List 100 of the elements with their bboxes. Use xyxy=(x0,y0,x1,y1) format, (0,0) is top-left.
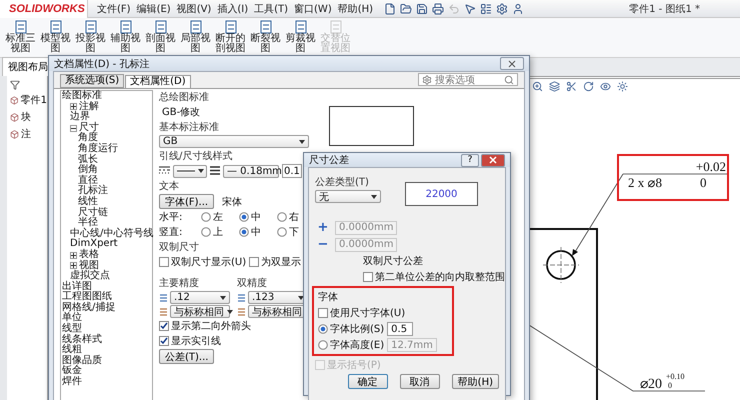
list-icon[interactable] xyxy=(480,2,492,14)
person-icon[interactable] xyxy=(512,2,524,14)
checkbox[interactable] xyxy=(318,308,328,318)
menu-item[interactable]: 视图(V) xyxy=(174,2,214,16)
tree-item[interactable]: 表格 xyxy=(79,250,99,260)
radio-button[interactable] xyxy=(277,212,287,222)
tree-item[interactable]: 线性 xyxy=(78,196,98,208)
radio-button[interactable] xyxy=(318,324,328,334)
search-field[interactable]: 搜索选项 xyxy=(418,73,518,86)
menu-item[interactable]: 帮助(H) xyxy=(334,2,376,16)
dialog-button[interactable]: 确定 xyxy=(348,374,388,389)
limit-field: 0.0000mm xyxy=(335,238,398,252)
checkbox[interactable] xyxy=(159,257,169,267)
close-button[interactable] xyxy=(500,57,524,70)
tree-item[interactable]: 钣金 xyxy=(62,366,82,378)
standard-dropdown[interactable]: GB xyxy=(159,135,309,148)
settings-icon[interactable] xyxy=(496,2,508,14)
command-button[interactable]: 剪裁视图 xyxy=(284,20,317,54)
tree-item[interactable]: 线粗 xyxy=(62,345,82,356)
tree-item[interactable]: 孔标注 xyxy=(78,186,108,197)
precision-dropdown[interactable]: .12 xyxy=(170,291,230,304)
tree-item[interactable]: 零件1 xyxy=(20,93,47,107)
tolerance-button[interactable]: 公差(T)... xyxy=(159,349,214,364)
radio-button[interactable] xyxy=(239,227,249,237)
close-button[interactable] xyxy=(481,154,505,166)
tree-item[interactable]: 注 xyxy=(21,127,31,141)
radio-button[interactable] xyxy=(239,212,249,222)
tree-item[interactable]: 半径 xyxy=(78,218,98,229)
command-button[interactable]: 剖面视图 xyxy=(144,20,177,54)
zoom-icon[interactable] xyxy=(532,81,543,92)
checkbox[interactable] xyxy=(159,321,169,331)
command-button[interactable]: 断裂视图 xyxy=(249,20,282,54)
scissors-icon[interactable] xyxy=(566,81,577,92)
tree-item[interactable]: 角度运行 xyxy=(78,144,118,155)
tree-item[interactable]: 直径 xyxy=(78,176,98,186)
tree-item[interactable]: DimXpert xyxy=(70,239,118,250)
collapse-icon[interactable] xyxy=(70,124,77,132)
expand-icon[interactable] xyxy=(70,252,77,259)
expand-icon[interactable] xyxy=(70,262,77,270)
menu-item[interactable]: 工具(T) xyxy=(251,2,292,16)
command-button[interactable]: 标准三视图 xyxy=(4,20,37,54)
checkbox[interactable] xyxy=(249,257,260,267)
tree-item[interactable]: 角度 xyxy=(78,133,98,144)
group-label: 主要精度 xyxy=(159,276,199,290)
tree-item[interactable]: 倒角 xyxy=(78,165,98,176)
tolerance-type-dropdown[interactable]: 无 xyxy=(315,190,381,203)
expand-icon[interactable] xyxy=(70,103,77,110)
tree-item[interactable]: 弧长 xyxy=(78,154,98,166)
tree-item[interactable]: 边界 xyxy=(70,112,90,123)
menu-item[interactable]: 文件(F) xyxy=(94,2,134,16)
sun-icon[interactable] xyxy=(617,81,628,92)
tree-item[interactable]: 工程图图纸 xyxy=(62,292,112,303)
line-weight-dropdown[interactable]: — 0.18mm xyxy=(223,164,279,178)
dialog-button[interactable]: 帮助(H) xyxy=(452,374,499,389)
tree-item[interactable]: 绘图标准 xyxy=(62,91,102,102)
radio-button[interactable] xyxy=(201,227,211,237)
eye-icon[interactable] xyxy=(600,81,611,92)
precision-dropdown[interactable]: 与标称相同 xyxy=(170,305,230,318)
checkbox[interactable] xyxy=(363,272,373,282)
new-file-icon[interactable] xyxy=(384,2,396,14)
font-name: 宋体 xyxy=(222,196,242,208)
rotate-icon[interactable] xyxy=(583,81,594,92)
save-icon[interactable] xyxy=(416,2,428,14)
tolerance-preview: 22000 xyxy=(405,182,478,206)
help-button[interactable]: ? xyxy=(461,154,479,166)
radio-button[interactable] xyxy=(201,212,211,222)
tree-item[interactable]: 中心线/中心符号线 xyxy=(70,228,154,240)
tree-item[interactable]: 出详图 xyxy=(62,282,92,292)
menu-item[interactable]: 编辑(E) xyxy=(134,2,174,16)
tree-item[interactable]: 块 xyxy=(21,110,31,124)
command-button[interactable]: 断开的剖视图 xyxy=(214,20,247,54)
menu-item[interactable]: 插入(I) xyxy=(214,2,252,16)
dialog-button[interactable]: 取消 xyxy=(400,374,440,389)
command-button[interactable]: 局部视图 xyxy=(179,20,212,54)
radio-button[interactable] xyxy=(318,340,328,350)
tab[interactable]: 文档属性(D) xyxy=(125,75,191,88)
tree-item[interactable]: 虚拟交点 xyxy=(70,271,110,282)
command-button[interactable]: 模型视图 xyxy=(39,20,72,54)
view-icon xyxy=(14,20,28,34)
radio-button[interactable] xyxy=(277,227,287,237)
command-button[interactable]: 投影视图 xyxy=(74,20,107,54)
tree-item[interactable]: 焊件 xyxy=(62,377,82,388)
layers-icon[interactable] xyxy=(549,81,560,92)
tab[interactable]: 系统选项(S) xyxy=(60,74,124,88)
line-style-dropdown[interactable] xyxy=(173,164,207,178)
tree-item[interactable]: 网格线/捕捉 xyxy=(62,302,116,314)
tree-item[interactable]: 线型 xyxy=(62,324,82,335)
checkbox[interactable] xyxy=(159,336,169,346)
precision-icon xyxy=(237,292,246,302)
print-icon[interactable] xyxy=(432,2,444,14)
tree-item[interactable]: 图像品质 xyxy=(62,356,102,366)
font-button[interactable]: 字体(F)... xyxy=(159,194,214,209)
folder-icon[interactable] xyxy=(400,2,412,14)
tree-item[interactable]: 注解 xyxy=(79,102,99,112)
pointer-icon[interactable] xyxy=(464,2,476,14)
menu-item[interactable]: 窗口(W) xyxy=(291,2,335,16)
group-label: 字体 xyxy=(318,290,339,304)
command-button[interactable]: 辅助视图 xyxy=(109,20,142,54)
font-size-field[interactable]: 0.5 xyxy=(387,322,414,336)
thickness-field[interactable]: 0.1 xyxy=(282,164,302,178)
